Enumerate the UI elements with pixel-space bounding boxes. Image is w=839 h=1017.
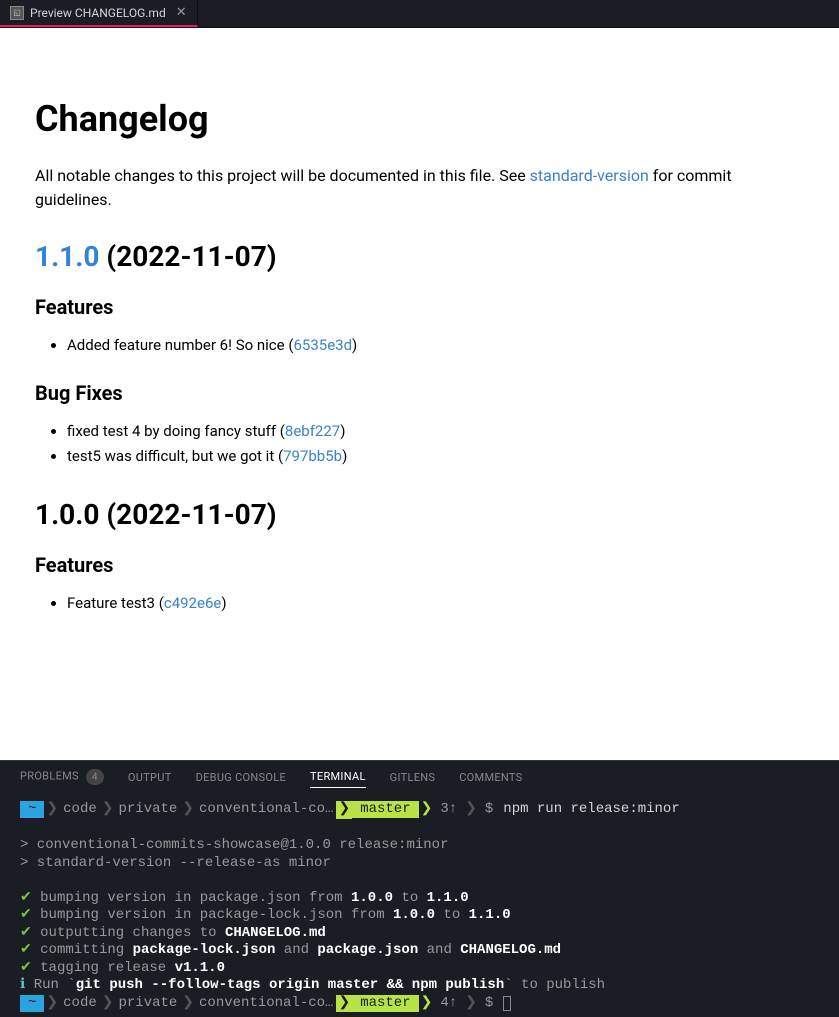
list-item: test5 was difficult, but we got it (797b… <box>67 444 804 470</box>
chevron-icon: ❯ <box>463 995 479 1013</box>
check-icon: ✔ <box>20 942 32 958</box>
home-segment: ~ <box>20 995 44 1012</box>
list-item: Added feature number 6! So nice (6535e3d… <box>67 333 804 359</box>
tab-title: Preview CHANGELOG.md <box>30 6 166 20</box>
terminal-line: > standard-version --release-as minor <box>20 855 819 873</box>
version-heading-110: 1.1.0 (2022-11-07) <box>35 240 804 273</box>
branch-segment: master <box>352 801 418 818</box>
dollar-prompt: $ <box>479 995 499 1013</box>
arrow-up-icon <box>449 995 457 1011</box>
chevron-icon: ❯ <box>44 801 60 819</box>
chevron-icon: ❯ <box>180 801 196 819</box>
terminal-line <box>20 820 819 838</box>
check-icon: ✔ <box>20 925 32 941</box>
check-icon: ✔ <box>20 890 32 906</box>
markdown-preview: Changelog All notable changes to this pr… <box>0 28 839 760</box>
problems-badge: 4 <box>86 769 104 785</box>
features-heading: Features <box>35 553 804 577</box>
branch-segment: master <box>352 995 418 1012</box>
chevron-icon: ❯ <box>463 801 479 819</box>
chevron-icon: ❯ <box>44 995 60 1013</box>
terminal-line: ✔ committing package-lock.json and packa… <box>20 942 819 960</box>
dollar-prompt: $ <box>479 801 499 819</box>
tab-comments[interactable]: COMMENTS <box>459 771 522 788</box>
list-item: Feature test3 (c492e6e) <box>67 591 804 617</box>
commit-link[interactable]: 6535e3d <box>293 336 352 354</box>
intro-text: All notable changes to this project will… <box>35 164 804 212</box>
markdown-preview-icon: ◱ <box>10 6 24 20</box>
tab-bar: ◱ Preview CHANGELOG.md ✕ <box>0 0 839 28</box>
terminal-line: ✔ bumping version in package-lock.json f… <box>20 907 819 925</box>
terminal-line: > conventional-commits-showcase@1.0.0 re… <box>20 837 819 855</box>
chevron-icon: ❯ <box>100 995 116 1013</box>
check-icon: ✔ <box>20 907 32 923</box>
arrow-up-icon <box>449 801 457 817</box>
tab-problems[interactable]: PROBLEMS 4 <box>20 769 104 789</box>
commit-link[interactable]: 8ebf227 <box>285 422 340 440</box>
chevron-icon: ❯ <box>419 995 435 1013</box>
tab-terminal[interactable]: TERMINAL <box>310 770 366 788</box>
bugfixes-list: fixed test 4 by doing fancy stuff (8ebf2… <box>35 419 804 470</box>
terminal-prompt: ~❯ code❯ private❯ conventional-co…❯maste… <box>20 801 819 819</box>
list-item: fixed test 4 by doing fancy stuff (8ebf2… <box>67 419 804 445</box>
chevron-icon: ❯ <box>336 995 352 1013</box>
features-list: Feature test3 (c492e6e) <box>35 591 804 617</box>
terminal-line: ✔ outputting changes to CHANGELOG.md <box>20 925 819 943</box>
standard-version-link[interactable]: standard-version <box>530 166 649 185</box>
chevron-icon: ❯ <box>100 801 116 819</box>
terminal-cursor <box>503 996 511 1011</box>
bottom-panel: PROBLEMS 4 OUTPUT DEBUG CONSOLE TERMINAL… <box>0 760 839 1008</box>
close-icon[interactable]: ✕ <box>176 5 187 20</box>
terminal-command: npm run release:minor <box>499 801 679 819</box>
terminal-output[interactable]: ~❯ code❯ private❯ conventional-co…❯maste… <box>0 797 839 1017</box>
commit-link[interactable]: 797bb5b <box>283 447 342 465</box>
home-segment: ~ <box>20 801 44 818</box>
tab-gitlens[interactable]: GITLENS <box>390 771 436 788</box>
features-heading: Features <box>35 295 804 319</box>
chevron-icon: ❯ <box>180 995 196 1013</box>
page-title: Changelog <box>35 98 804 140</box>
chevron-icon: ❯ <box>419 801 435 819</box>
check-icon: ✔ <box>20 960 32 976</box>
tab-output[interactable]: OUTPUT <box>128 771 172 788</box>
features-list: Added feature number 6! So nice (6535e3d… <box>35 333 804 359</box>
terminal-line: ✔ tagging release v1.1.0 <box>20 960 819 978</box>
terminal-line: ✔ bumping version in package.json from 1… <box>20 890 819 908</box>
bugfixes-heading: Bug Fixes <box>35 381 804 405</box>
tab-preview-changelog[interactable]: ◱ Preview CHANGELOG.md ✕ <box>0 0 198 27</box>
terminal-line: ℹ Run `git push --follow-tags origin mas… <box>20 977 819 995</box>
tab-debug-console[interactable]: DEBUG CONSOLE <box>196 771 286 788</box>
chevron-icon: ❯ <box>336 801 352 819</box>
terminal-line <box>20 872 819 890</box>
version-link-110[interactable]: 1.1.0 <box>35 240 99 273</box>
commit-link[interactable]: c492e6e <box>164 594 221 612</box>
panel-tabs: PROBLEMS 4 OUTPUT DEBUG CONSOLE TERMINAL… <box>0 761 839 797</box>
version-heading-100: 1.0.0 (2022-11-07) <box>35 498 804 531</box>
terminal-prompt: ~❯ code❯ private❯ conventional-co…❯maste… <box>20 995 819 1013</box>
